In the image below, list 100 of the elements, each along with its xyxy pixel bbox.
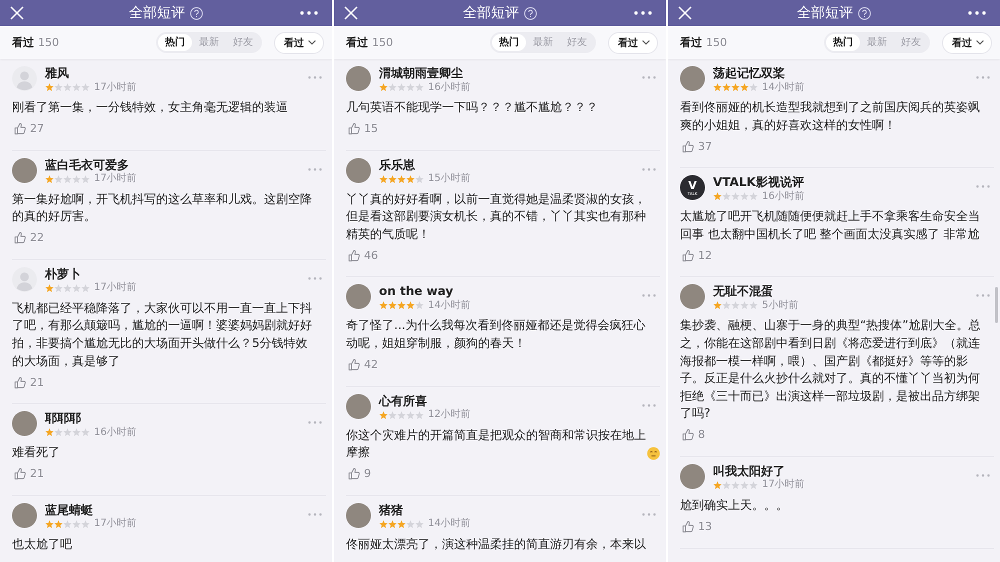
comment-time: 14小时前 [762,82,805,94]
comment-time: 14小时前 [428,518,471,530]
like-button[interactable]: 37 [680,137,712,156]
like-button[interactable]: 12 [680,246,712,264]
more-icon[interactable] [634,11,652,15]
watched-label: 看过 [12,35,34,50]
page-title: 全部短评 [797,4,853,22]
user-name: 叫我太阳好了 [713,464,786,478]
chevron-down-icon [976,40,984,45]
close-icon[interactable] [678,6,692,20]
star-icon [740,301,749,310]
star-icon [415,410,424,420]
comment-text: 奇了怪了...为什么我每次看到佟丽娅都还是觉得会疯狂心动呢，姐姐穿制服，颜狗的春天！ [346,317,646,352]
star-icon [406,174,415,184]
comment-text: 佟丽娅太漂亮了，演这种温柔挂的简直游刃有余，本来以 [346,536,646,553]
sort-tab[interactable]: 好友 [226,34,260,51]
thumbs-up-icon [682,140,695,153]
star-icon [749,192,758,202]
like-button[interactable]: 22 [12,228,44,247]
like-button[interactable]: 42 [346,356,378,374]
page-title: 全部短评 [463,4,519,22]
thumbs-up-icon [14,122,27,136]
user-name: 心有所喜 [379,394,428,409]
avatar-photo-placeholder[interactable] [12,158,37,183]
star-icon [54,83,63,92]
close-icon[interactable] [10,6,24,20]
comment-time: 16小时前 [428,82,471,94]
like-button[interactable]: 13 [680,518,712,536]
user-name: 朴萝卜 [45,266,82,282]
star-icon [45,174,54,184]
star-icon [397,301,406,310]
star-icon [713,480,722,490]
help-icon[interactable] [858,6,871,20]
avatar-photo-placeholder[interactable] [346,66,371,91]
close-icon[interactable] [344,6,358,20]
star-icon [406,83,415,92]
help-icon[interactable] [524,6,537,20]
star-icon [415,301,424,310]
star-icon [749,83,758,92]
like-button[interactable]: 15 [346,120,378,138]
avatar-photo-placeholder[interactable] [12,502,37,528]
star-icon [740,83,749,92]
avatar-photo-placeholder[interactable] [680,464,705,489]
star-icon [713,192,722,202]
star-icon [54,520,63,529]
avatar-photo-placeholder[interactable] [346,502,371,528]
star-icon [54,174,63,184]
user-name: 荡起记忆双桨 [713,66,786,81]
sort-tab[interactable]: 最新 [860,34,894,51]
comment-text: 看到佟丽娅的机长造型我就想到了之前国庆阅兵的英姿飒爽的小姐姐，真的好喜欢这样的女性啊！ [680,99,981,134]
scrollbar-thumb[interactable] [995,286,998,323]
avatar-photo-placeholder[interactable] [680,284,705,310]
star-icon [415,83,424,92]
star-icon [63,428,72,438]
thumbs-up-icon [348,248,361,262]
sort-tab[interactable]: 热门 [158,34,192,51]
avatar-photo-placeholder[interactable] [346,394,371,419]
star-icon [740,480,749,490]
avatar-photo-placeholder[interactable] [680,66,705,91]
star-icon [731,83,740,92]
sort-tab[interactable]: 最新 [526,34,560,51]
comment-text: 刚看了第一集，一分钱特效，女主角毫无逻辑的装逼 [12,99,288,116]
avatar-photo-placeholder[interactable] [12,411,37,436]
more-icon[interactable] [300,11,318,15]
sort-tab[interactable]: 好友 [560,34,594,51]
star-icon [54,284,63,293]
watched-dropdown[interactable]: 看过 [942,32,992,54]
star-icon [72,520,81,529]
comment-time: 12小时前 [428,409,471,422]
like-button[interactable]: 46 [346,246,378,264]
avatar-photo-placeholder[interactable] [346,284,371,310]
sort-tab[interactable]: 热门 [492,34,526,51]
page-title: 全部短评 [129,4,185,22]
star-icon [406,410,415,420]
like-button[interactable]: 27 [12,120,44,138]
like-button[interactable]: 21 [12,373,44,392]
watched-dropdown[interactable]: 看过 [608,32,658,54]
star-icon [388,83,397,92]
avatar-photo-placeholder[interactable] [346,158,371,183]
user-name: 雅风 [45,66,70,81]
thumbs-up-icon [348,122,361,136]
star-icon [397,83,406,92]
comment-text: 也太尬了吧 [12,536,72,553]
more-icon[interactable] [968,11,986,15]
like-button[interactable]: 9 [346,464,371,483]
star-icon [731,301,740,310]
star-icon [722,480,731,490]
comment-time: 17小时前 [94,518,137,530]
star-icon [81,520,90,529]
sort-tab[interactable]: 好友 [894,34,928,51]
star-icon [406,520,415,529]
star-icon [45,284,54,293]
like-button[interactable]: 8 [680,426,705,444]
like-button[interactable]: 21 [12,464,44,483]
watched-dropdown[interactable]: 看过 [274,32,324,54]
help-icon[interactable] [190,6,203,20]
watched-label: 看过 [680,35,702,50]
sort-tab[interactable]: 最新 [192,34,226,51]
sort-tab[interactable]: 热门 [826,34,860,51]
star-icon [388,520,397,529]
